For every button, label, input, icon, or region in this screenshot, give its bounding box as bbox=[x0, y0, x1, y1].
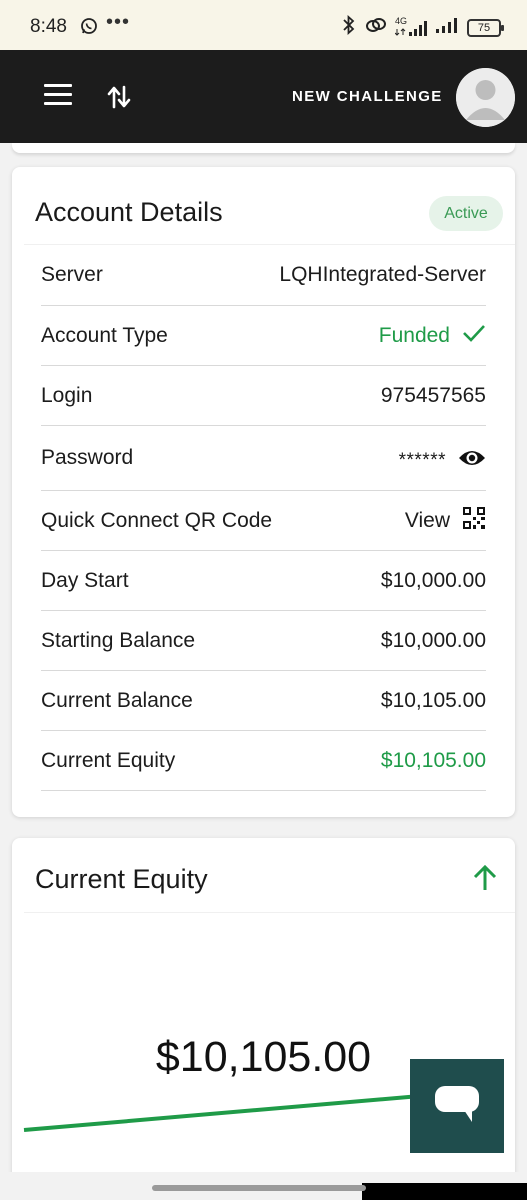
current-balance-value: $10,105.00 bbox=[380, 688, 486, 712]
app-bar: NEW CHALLENGE bbox=[0, 50, 527, 143]
eye-icon[interactable] bbox=[458, 448, 486, 468]
row-quick-connect: Quick Connect QR Code View bbox=[41, 491, 486, 551]
swap-arrows-icon[interactable] bbox=[106, 83, 132, 111]
signal-4g-icon: 4G bbox=[395, 16, 427, 38]
bluetooth-icon bbox=[341, 14, 357, 40]
row-label: Server bbox=[41, 263, 103, 286]
server-value: LQHIntegrated-Server bbox=[279, 263, 486, 286]
row-label: Quick Connect QR Code bbox=[41, 508, 273, 532]
hamburger-menu-icon[interactable] bbox=[44, 84, 72, 108]
day-start-value: $10,000.00 bbox=[380, 568, 486, 592]
row-account-type: Account Type Funded bbox=[41, 306, 486, 366]
row-starting-balance: Starting Balance $10,000.00 bbox=[41, 611, 486, 671]
status-badge: Active bbox=[429, 196, 503, 231]
status-bar: 8:48 ••• 4G 75 bbox=[0, 0, 527, 50]
chat-support-button[interactable] bbox=[410, 1059, 504, 1153]
row-label: Starting Balance bbox=[41, 628, 196, 652]
status-indicators: 4G 75 bbox=[341, 14, 504, 40]
chat-bubble-icon bbox=[434, 1084, 480, 1129]
arrow-up-icon bbox=[472, 864, 498, 897]
account-details-card: Account Details Active Server LQHIntegra… bbox=[12, 167, 515, 817]
row-current-equity: Current Equity $10,105.00 bbox=[41, 731, 486, 791]
new-challenge-button[interactable]: NEW CHALLENGE bbox=[292, 88, 443, 105]
nav-bar-overlay bbox=[362, 1183, 527, 1200]
account-type-text: Funded bbox=[378, 323, 450, 347]
row-label: Password bbox=[41, 446, 134, 469]
account-details-list: Server LQHIntegrated-Server Account Type… bbox=[41, 245, 486, 791]
row-label: Login bbox=[41, 383, 93, 407]
password-masked: ****** bbox=[398, 450, 446, 471]
header-divider bbox=[24, 912, 515, 913]
login-value: 975457565 bbox=[380, 383, 486, 407]
row-login: Login 975457565 bbox=[41, 366, 486, 426]
row-label: Account Type bbox=[41, 323, 168, 347]
link-icon bbox=[365, 16, 387, 39]
current-equity-title: Current Equity bbox=[35, 864, 208, 894]
qr-view-button[interactable]: View bbox=[405, 506, 486, 536]
qr-code-icon bbox=[462, 506, 486, 536]
row-label: Current Equity bbox=[41, 748, 176, 772]
row-day-start: Day Start $10,000.00 bbox=[41, 551, 486, 611]
row-label: Current Balance bbox=[41, 688, 193, 712]
password-value: ****** bbox=[399, 444, 486, 472]
row-current-balance: Current Balance $10,105.00 bbox=[41, 671, 486, 731]
signal-icon bbox=[435, 16, 459, 39]
starting-balance-value: $10,000.00 bbox=[380, 628, 486, 652]
previous-card-edge bbox=[12, 143, 515, 153]
row-label: Day Start bbox=[41, 568, 129, 592]
current-equity-value: $10,105.00 bbox=[380, 748, 486, 772]
row-server: Server LQHIntegrated-Server bbox=[41, 245, 486, 306]
status-time: 8:48 bbox=[30, 16, 67, 37]
equity-trend-line bbox=[23, 1094, 421, 1132]
account-type-value: Funded bbox=[379, 323, 486, 349]
row-password: Password ****** bbox=[41, 426, 486, 491]
account-details-title: Account Details bbox=[35, 197, 223, 227]
user-avatar-icon[interactable] bbox=[456, 68, 515, 127]
check-icon bbox=[462, 323, 486, 349]
qr-view-label: View bbox=[404, 508, 450, 532]
home-gesture-handle[interactable] bbox=[152, 1185, 366, 1191]
more-notifications-icon: ••• bbox=[106, 11, 131, 33]
whatsapp-icon bbox=[80, 17, 98, 40]
battery-icon: 75 bbox=[467, 18, 504, 37]
